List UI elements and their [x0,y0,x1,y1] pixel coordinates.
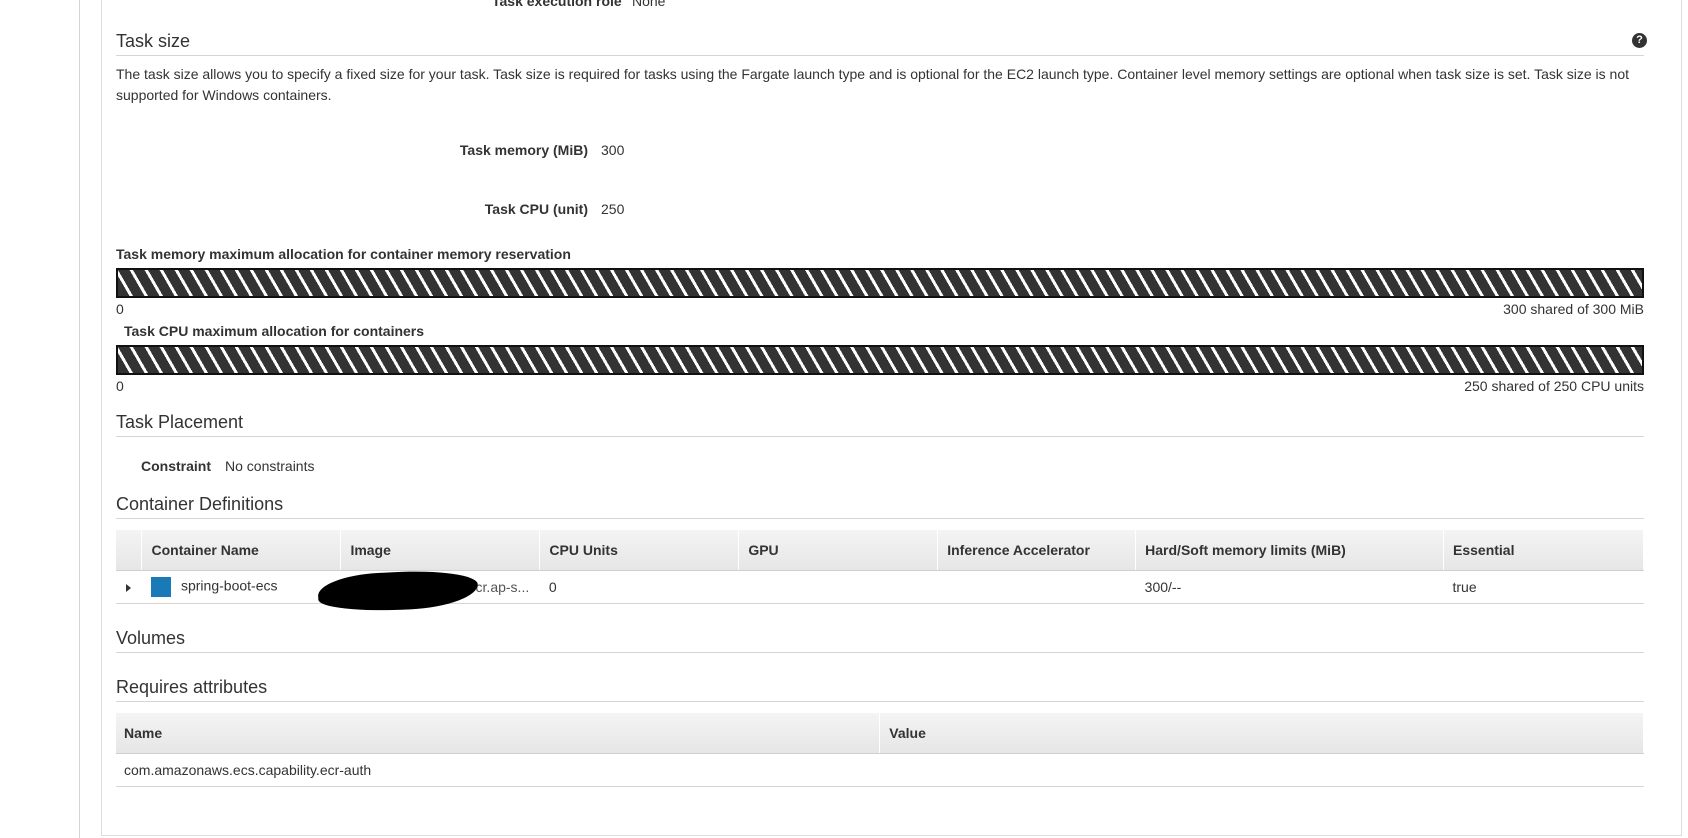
memory-limits-cell: 300/-- [1135,570,1444,604]
cpu-allocation-bar [116,345,1644,375]
cpu-allocation-fill [118,347,1642,373]
memory-allocation-bar [116,268,1644,298]
task-placement-divider [116,436,1644,437]
column-header-inference-accelerator[interactable]: Inference Accelerator [937,530,1137,571]
memory-allocation-fill [118,270,1642,296]
inference-accelerator-cell [937,570,1136,604]
task-memory-value: 300 [601,142,625,158]
container-color-swatch [150,576,171,597]
attribute-name-cell: com.amazonaws.ecs.capability.ecr-auth [116,753,880,787]
requires-attributes-heading: Requires attributes [116,677,268,697]
requires-attributes-divider [116,701,1644,702]
volumes-divider [116,652,1644,653]
column-header-name[interactable]: Name [116,713,881,754]
cpu-allocation-title: Task CPU maximum allocation for containe… [124,323,425,339]
memory-allocation-title: Task memory maximum allocation for conta… [116,246,571,262]
memory-allocation-max: 300 shared of 300 MiB [1503,301,1644,317]
constraint-value: No constraints [225,458,315,474]
task-placement-heading: Task Placement [116,412,244,432]
task-size-divider [116,55,1644,56]
expand-column-header [116,530,143,571]
task-definition-panel [101,0,1682,836]
cpu-allocation-min: 0 [116,378,124,394]
row-expand-toggle[interactable] [116,570,142,604]
attribute-value-cell [879,753,1644,787]
task-size-description: The task size allows you to specify a fi… [116,66,1629,103]
gpu-cell [738,570,938,604]
essential-cell: true [1443,570,1644,604]
column-header-gpu[interactable]: GPU [738,530,939,571]
column-header-essential[interactable]: Essential [1443,530,1644,571]
table-row: com.amazonaws.ecs.capability.ecr-auth [116,753,1644,787]
table-header-row: Container Name Image CPU Units GPU Infer… [116,530,1644,571]
column-header-image[interactable]: Image [340,530,541,571]
table-header-row: Name Value [116,713,1644,754]
task-size-heading: Task size [116,31,191,51]
question-circle-icon[interactable]: ? [1632,33,1647,48]
task-cpu-label: Task CPU (unit) [484,201,588,217]
cpu-units-cell: 0 [539,570,739,604]
memory-allocation-min: 0 [116,301,124,317]
caret-right-icon[interactable] [126,583,131,592]
column-header-cpu-units[interactable]: CPU Units [539,530,740,571]
column-header-value[interactable]: Value [879,713,1644,754]
task-memory-label: Task memory (MiB) [459,142,588,158]
volumes-heading: Volumes [116,628,186,648]
task-execution-role-label: Task execution role [492,0,622,9]
container-name[interactable]: spring-boot-ecs [181,577,278,593]
cpu-allocation-max: 250 shared of 250 CPU units [1464,378,1644,394]
constraint-label: Constraint [141,458,211,474]
container-definitions-divider [116,518,1644,519]
container-definitions-heading: Container Definitions [116,494,284,514]
page-left-border [79,0,80,838]
column-header-memory-limits[interactable]: Hard/Soft memory limits (MiB) [1135,530,1444,571]
task-execution-role-value: None [632,0,666,9]
requires-attributes-table: Name Value com.amazonaws.ecs.capability.… [116,713,1644,787]
container-name-cell[interactable]: spring-boot-ecs [141,570,341,604]
column-header-container-name[interactable]: Container Name [141,530,342,571]
task-cpu-value: 250 [601,201,625,217]
